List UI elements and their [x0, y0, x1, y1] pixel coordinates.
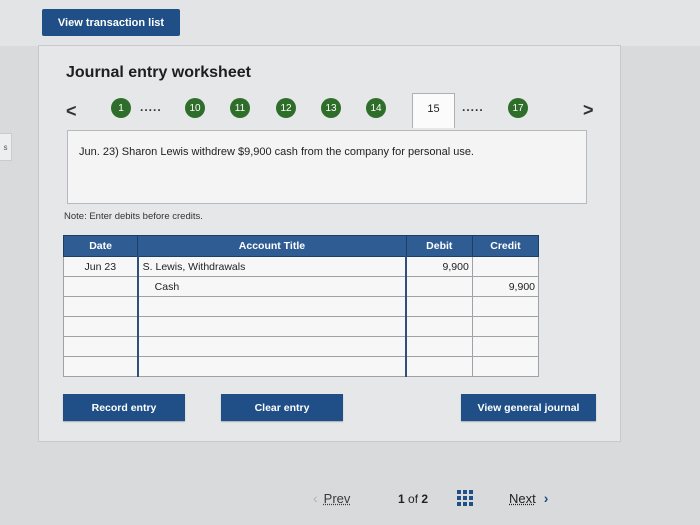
- next-link[interactable]: Next ›: [509, 490, 548, 506]
- view-general-journal-button[interactable]: View general journal: [461, 394, 596, 421]
- view-transaction-list-button[interactable]: View transaction list: [42, 9, 180, 36]
- debit-cell[interactable]: 9,900: [405, 256, 473, 277]
- account-cell[interactable]: S. Lewis, Withdrawals: [136, 256, 408, 277]
- credit-cell[interactable]: [471, 256, 540, 277]
- worksheet-title: Journal entry worksheet: [66, 64, 251, 81]
- step-13[interactable]: 13: [321, 98, 341, 118]
- step-12[interactable]: 12: [276, 98, 296, 118]
- date-cell[interactable]: [62, 356, 139, 377]
- table-row: [62, 296, 540, 317]
- debit-credit-note: Note: Enter debits before credits.: [64, 211, 203, 222]
- debit-cell[interactable]: [405, 356, 473, 377]
- next-label: Next: [509, 490, 536, 506]
- chevron-right-icon: ›: [543, 490, 549, 506]
- page-current: 1: [398, 492, 405, 506]
- clear-entry-button[interactable]: Clear entry: [221, 394, 343, 421]
- side-tab[interactable]: s: [0, 133, 12, 161]
- step-navigation: < 1 ..... 10 11 12 13 14 15 ..... 17 >: [39, 93, 622, 132]
- date-cell[interactable]: [62, 336, 139, 357]
- pagination-footer: ‹ Prev 1 of 2 Next ›: [0, 470, 700, 525]
- account-cell[interactable]: [136, 356, 408, 377]
- record-entry-button[interactable]: Record entry: [63, 394, 185, 421]
- page-indicator: 1 of 2: [398, 492, 428, 506]
- step-11[interactable]: 11: [230, 98, 250, 118]
- step-17[interactable]: 17: [508, 98, 528, 118]
- grid-icon[interactable]: [457, 490, 473, 506]
- credit-cell[interactable]: 9,900: [471, 276, 540, 297]
- journal-entry-table: Date Account Title Debit Credit Jun 23 S…: [62, 235, 540, 377]
- table-row: [62, 316, 540, 337]
- account-cell[interactable]: [136, 316, 408, 337]
- table-row: [62, 356, 540, 377]
- credit-cell[interactable]: [471, 296, 540, 317]
- step-10[interactable]: 10: [185, 98, 205, 118]
- chevron-left-icon: ‹: [313, 490, 318, 506]
- step-14[interactable]: 14: [366, 98, 386, 118]
- table-row: Cash 9,900: [62, 276, 540, 297]
- debit-cell[interactable]: [405, 296, 473, 317]
- prev-link[interactable]: ‹ Prev: [313, 490, 350, 506]
- prev-label: Prev: [323, 490, 351, 506]
- credit-cell[interactable]: [471, 336, 540, 357]
- step-1[interactable]: 1: [111, 98, 131, 118]
- question-box: Jun. 23) Sharon Lewis withdrew $9,900 ca…: [67, 130, 587, 204]
- date-cell[interactable]: [62, 296, 139, 317]
- date-cell[interactable]: [62, 316, 139, 337]
- page-total: 2: [421, 492, 429, 506]
- debit-cell[interactable]: [405, 336, 473, 357]
- credit-cell[interactable]: [471, 316, 540, 337]
- debit-cell[interactable]: [405, 276, 473, 297]
- page-of: of: [408, 492, 419, 506]
- header-account-title: Account Title: [137, 235, 407, 257]
- journal-worksheet-panel: Journal entry worksheet < 1 ..... 10 11 …: [38, 45, 621, 442]
- header-date: Date: [62, 235, 139, 257]
- header-credit: Credit: [471, 235, 540, 257]
- debit-cell[interactable]: [405, 316, 473, 337]
- date-cell[interactable]: [62, 276, 139, 297]
- credit-cell[interactable]: [471, 356, 540, 377]
- chevron-left-icon[interactable]: <: [66, 101, 77, 122]
- account-cell[interactable]: [136, 336, 408, 357]
- step-ellipsis-2: .....: [462, 100, 484, 114]
- table-row: Jun 23 S. Lewis, Withdrawals 9,900: [62, 256, 540, 277]
- step-ellipsis: .....: [140, 100, 162, 114]
- table-row: [62, 336, 540, 357]
- account-cell[interactable]: [136, 296, 408, 317]
- step-15-current[interactable]: 15: [412, 93, 455, 128]
- header-debit: Debit: [405, 235, 473, 257]
- date-cell[interactable]: Jun 23: [62, 256, 139, 277]
- question-text: Jun. 23) Sharon Lewis withdrew $9,900 ca…: [79, 146, 474, 158]
- account-cell[interactable]: Cash: [136, 276, 408, 297]
- chevron-right-icon[interactable]: >: [583, 100, 594, 121]
